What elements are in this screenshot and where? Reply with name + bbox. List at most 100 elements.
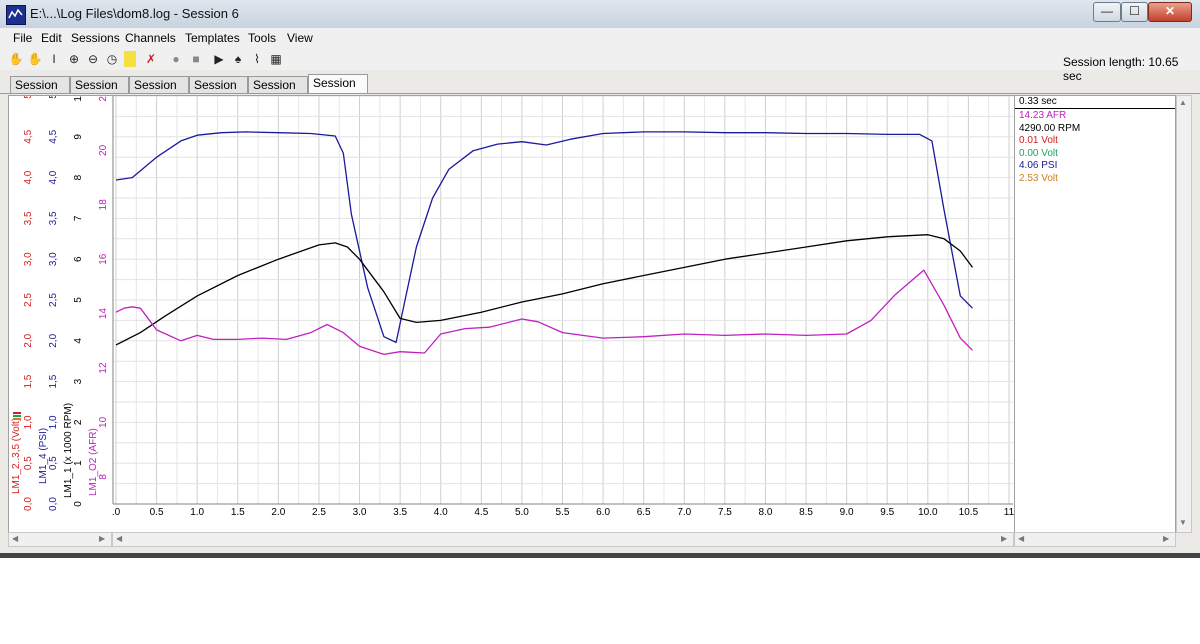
tab-session-6[interactable]: Session 6 <box>308 74 368 107</box>
scroll-right-icon[interactable]: ▶ <box>99 534 105 543</box>
vertical-scrollbar[interactable]: ▲ ▼ <box>1176 95 1192 533</box>
record-icon[interactable]: ● <box>168 51 184 67</box>
y-tick-label: 4 <box>73 338 84 344</box>
menu-view[interactable]: View <box>287 31 313 45</box>
axis-scrollbar[interactable]: ◀ ▶ <box>8 532 112 547</box>
clear-icon[interactable]: ✗ <box>143 51 159 67</box>
scroll-right-icon[interactable]: ▶ <box>1163 534 1169 543</box>
x-tick-label: 9.5 <box>880 507 894 518</box>
application-window: E:\...\Log Files\dom8.log - Session 6 — … <box>0 0 1200 558</box>
scroll-up-icon[interactable]: ▲ <box>1179 98 1187 107</box>
scroll-right-icon[interactable]: ▶ <box>1001 534 1007 543</box>
y-tick-label: 1,0 <box>48 415 59 429</box>
window-title: E:\...\Log Files\dom8.log - Session 6 <box>30 6 239 21</box>
menu-channels[interactable]: Channels <box>125 31 176 45</box>
zoom-out-icon[interactable]: ⊖ <box>85 51 101 67</box>
y-tick-label: 5 <box>23 96 34 99</box>
x-tick-label: 11 <box>1004 507 1014 518</box>
y-tick-label: 14 <box>98 308 109 320</box>
y-tick-label: 3,5 <box>48 211 59 225</box>
legend-swatch <box>13 418 21 420</box>
text-cursor-icon[interactable]: I <box>46 51 62 67</box>
x-tick-label: 8.0 <box>759 507 773 518</box>
y-tick-label: 4,5 <box>48 129 59 143</box>
tab-session-4[interactable]: Session 4 <box>189 76 248 109</box>
title-bar[interactable]: E:\...\Log Files\dom8.log - Session 6 — … <box>0 0 1200 29</box>
scroll-left-icon[interactable]: ◀ <box>116 534 122 543</box>
readout-value: 14.23 AFR <box>1019 110 1067 121</box>
x-tick-label: 6.5 <box>637 507 651 518</box>
readout-scrollbar[interactable]: ◀ ▶ <box>1014 532 1176 547</box>
menu-templates[interactable]: Templates <box>185 31 240 45</box>
x-tick-label: 7.5 <box>718 507 732 518</box>
y-tick-label: 8 <box>73 174 84 180</box>
x-tick-label: 4.0 <box>434 507 448 518</box>
menu-tools[interactable]: Tools <box>248 31 276 45</box>
session-tabs: Session 1 Session 2 Session 3 Session 4 … <box>0 74 1200 109</box>
tab-session-2[interactable]: Session 2 <box>70 76 129 109</box>
plot-panel[interactable]: .0 0.5 1.0 1.5 2.0 2.5 3.0 3.5 4.0 4.5 5.0 5.5 6.0 6.… <box>8 95 1015 533</box>
y-tick-label: 0,5 <box>48 456 59 470</box>
menu-file[interactable]: File <box>13 31 32 45</box>
tab-session-5[interactable]: Session 5 <box>248 76 308 109</box>
stop-icon[interactable]: ■ <box>188 51 204 67</box>
menu-bar: File Edit Sessions Channels Templates To… <box>0 28 1200 48</box>
y-axis-label: LM1_2..3,5 (Volt) <box>11 418 22 494</box>
series-line <box>115 269 973 356</box>
find-icon[interactable]: ♠ <box>230 51 246 67</box>
readout-value: 4290.00 RPM <box>1019 122 1081 134</box>
y-tick-label: 8 <box>98 474 109 480</box>
menu-sessions[interactable]: Sessions <box>71 31 120 45</box>
x-tick-label: 3.0 <box>353 507 367 518</box>
hand-gray-icon[interactable]: ✋ <box>27 51 43 67</box>
zoom-in-icon[interactable]: ⊕ <box>66 51 82 67</box>
y-tick-label: 2,0 <box>48 333 59 347</box>
play-icon[interactable]: ▶ <box>211 51 227 67</box>
tab-session-1[interactable]: Session 1 <box>10 76 70 109</box>
close-button[interactable]: ✕ <box>1148 2 1192 22</box>
tab-session-3[interactable]: Session 3 <box>129 76 189 109</box>
x-tick-label: 7.0 <box>677 507 691 518</box>
window-bottom-edge <box>0 553 1200 558</box>
scroll-down-icon[interactable]: ▼ <box>1179 518 1187 527</box>
y-axis-label: LM1_1 (x 1000 RPM) <box>63 403 74 498</box>
menu-edit[interactable]: Edit <box>41 31 62 45</box>
y-tick-label: 5 <box>48 96 59 99</box>
log-chart[interactable]: .0 0.5 1.0 1.5 2.0 2.5 3.0 3.5 4.0 4.5 5.0 5.5 6.0 6.… <box>9 96 1014 532</box>
x-tick-label: 5.0 <box>515 507 529 518</box>
toolbar: ✋ ✋ I ⊕ ⊖ ◷ ✗ ● ■ ▶ ♠ ⌇ ▦ <box>0 48 1200 70</box>
y-tick-label: 0,5 <box>23 456 34 470</box>
readout-time: 0.33 sec <box>1019 96 1057 107</box>
hand-icon[interactable]: ✋ <box>8 51 24 67</box>
y-tick-label: 16 <box>98 253 109 265</box>
minimize-button[interactable]: — <box>1093 2 1121 22</box>
scroll-left-icon[interactable]: ◀ <box>12 534 18 543</box>
x-tick-label: 8.5 <box>799 507 813 518</box>
y-tick-label: 10 <box>98 416 109 428</box>
chart-icon[interactable]: ⌇ <box>249 51 265 67</box>
x-tick-label: 6.0 <box>596 507 610 518</box>
tab-divider <box>0 93 1200 94</box>
scroll-left-icon[interactable]: ◀ <box>1018 534 1024 543</box>
grid-icon[interactable]: ▦ <box>268 51 284 67</box>
maximize-button[interactable]: ☐ <box>1121 2 1148 22</box>
x-tick-label: 5.5 <box>556 507 570 518</box>
y-tick-label: 5 <box>73 297 84 303</box>
note-icon[interactable] <box>124 51 136 67</box>
y-tick-label: 0 <box>73 501 84 507</box>
zoom-reset-icon[interactable]: ◷ <box>104 51 120 67</box>
horizontal-scrollbar[interactable]: ◀ ▶ <box>112 532 1014 547</box>
y-tick-label: 4,5 <box>23 129 34 143</box>
y-tick-label: 10 <box>73 96 84 102</box>
readout-value: 0.00 Volt <box>1019 147 1058 159</box>
legend-swatch <box>13 415 21 417</box>
y-axis-label: LM1_O2 (AFR) <box>88 428 99 496</box>
x-tick-label: 2.0 <box>271 507 285 518</box>
y-tick-label: 3 <box>73 378 84 384</box>
y-tick-label: 0,0 <box>48 497 59 511</box>
y-tick-label: 12 <box>98 362 109 374</box>
readout-header: 0.33 sec <box>1015 96 1175 109</box>
legend-swatch <box>13 412 21 414</box>
y-tick-label: 4,0 <box>23 170 34 184</box>
x-tick-label: 0.5 <box>150 507 164 518</box>
